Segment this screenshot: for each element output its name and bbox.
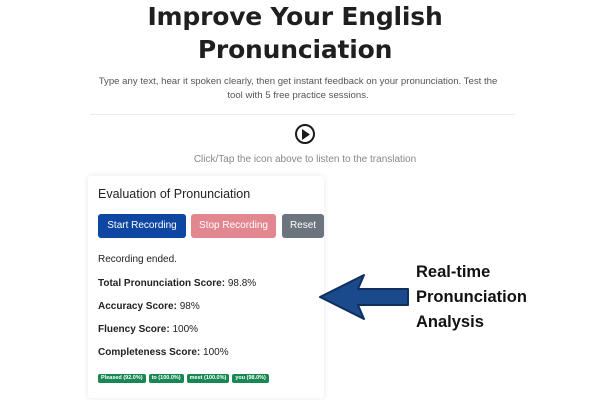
- page-subtitle: Type any text, hear it spoken clearly, t…: [88, 75, 508, 103]
- page-title-line1: Improve Your English: [147, 2, 443, 31]
- score-label: Total Pronunciation Score:: [98, 278, 226, 289]
- callout-line2: Pronunciation: [416, 288, 527, 306]
- subtitle-line1: Type any text, hear it spoken clearly, t…: [98, 76, 498, 87]
- page-title-line2: Pronunciation: [197, 35, 393, 64]
- total-score: Total Pronunciation Score: 98.8%: [98, 278, 256, 289]
- score-label: Fluency Score:: [98, 324, 170, 335]
- listen-hint: Click/Tap the icon above to listen to th…: [193, 154, 417, 165]
- completeness-score: Completeness Score: 100%: [98, 347, 229, 358]
- word-badge: meet (100.0%): [186, 374, 230, 383]
- score-label: Accuracy Score:: [98, 301, 177, 312]
- word-badge: Pleased (92.0%): [98, 374, 146, 383]
- section-divider: [90, 114, 515, 115]
- callout-line3: Analysis: [416, 313, 484, 331]
- reset-button[interactable]: Reset: [282, 214, 324, 238]
- callout-line1: Real-time: [416, 263, 491, 281]
- recording-status: Recording ended.: [98, 254, 177, 265]
- accuracy-score: Accuracy Score: 98%: [98, 301, 200, 312]
- stop-recording-button[interactable]: Stop Recording: [191, 214, 276, 238]
- fluency-score: Fluency Score: 100%: [98, 324, 198, 335]
- score-label: Completeness Score:: [98, 347, 201, 358]
- start-recording-button[interactable]: Start Recording: [98, 214, 186, 238]
- score-value: 100%: [203, 347, 229, 358]
- word-badges: Pleased (92.0%) to (100.0%) meet (100.0%…: [98, 374, 269, 383]
- subtitle-line2: tool with 5 free practice sessions.: [227, 90, 369, 101]
- score-value: 98%: [179, 301, 200, 312]
- play-triangle-icon: [302, 129, 310, 140]
- word-badge: to (100.0%): [148, 374, 184, 383]
- page-title: Improve Your English Pronunciation: [80, 0, 510, 66]
- evaluation-title: Evaluation of Pronunciation: [98, 187, 251, 201]
- feature-callout: Real-time Pronunciation Analysis: [416, 260, 596, 335]
- word-badge: you (98.0%): [232, 374, 269, 383]
- play-circle-icon[interactable]: [295, 124, 315, 144]
- score-value: 100%: [172, 324, 199, 335]
- score-value: 98.8%: [227, 278, 257, 289]
- arrow-left-icon: [319, 274, 409, 320]
